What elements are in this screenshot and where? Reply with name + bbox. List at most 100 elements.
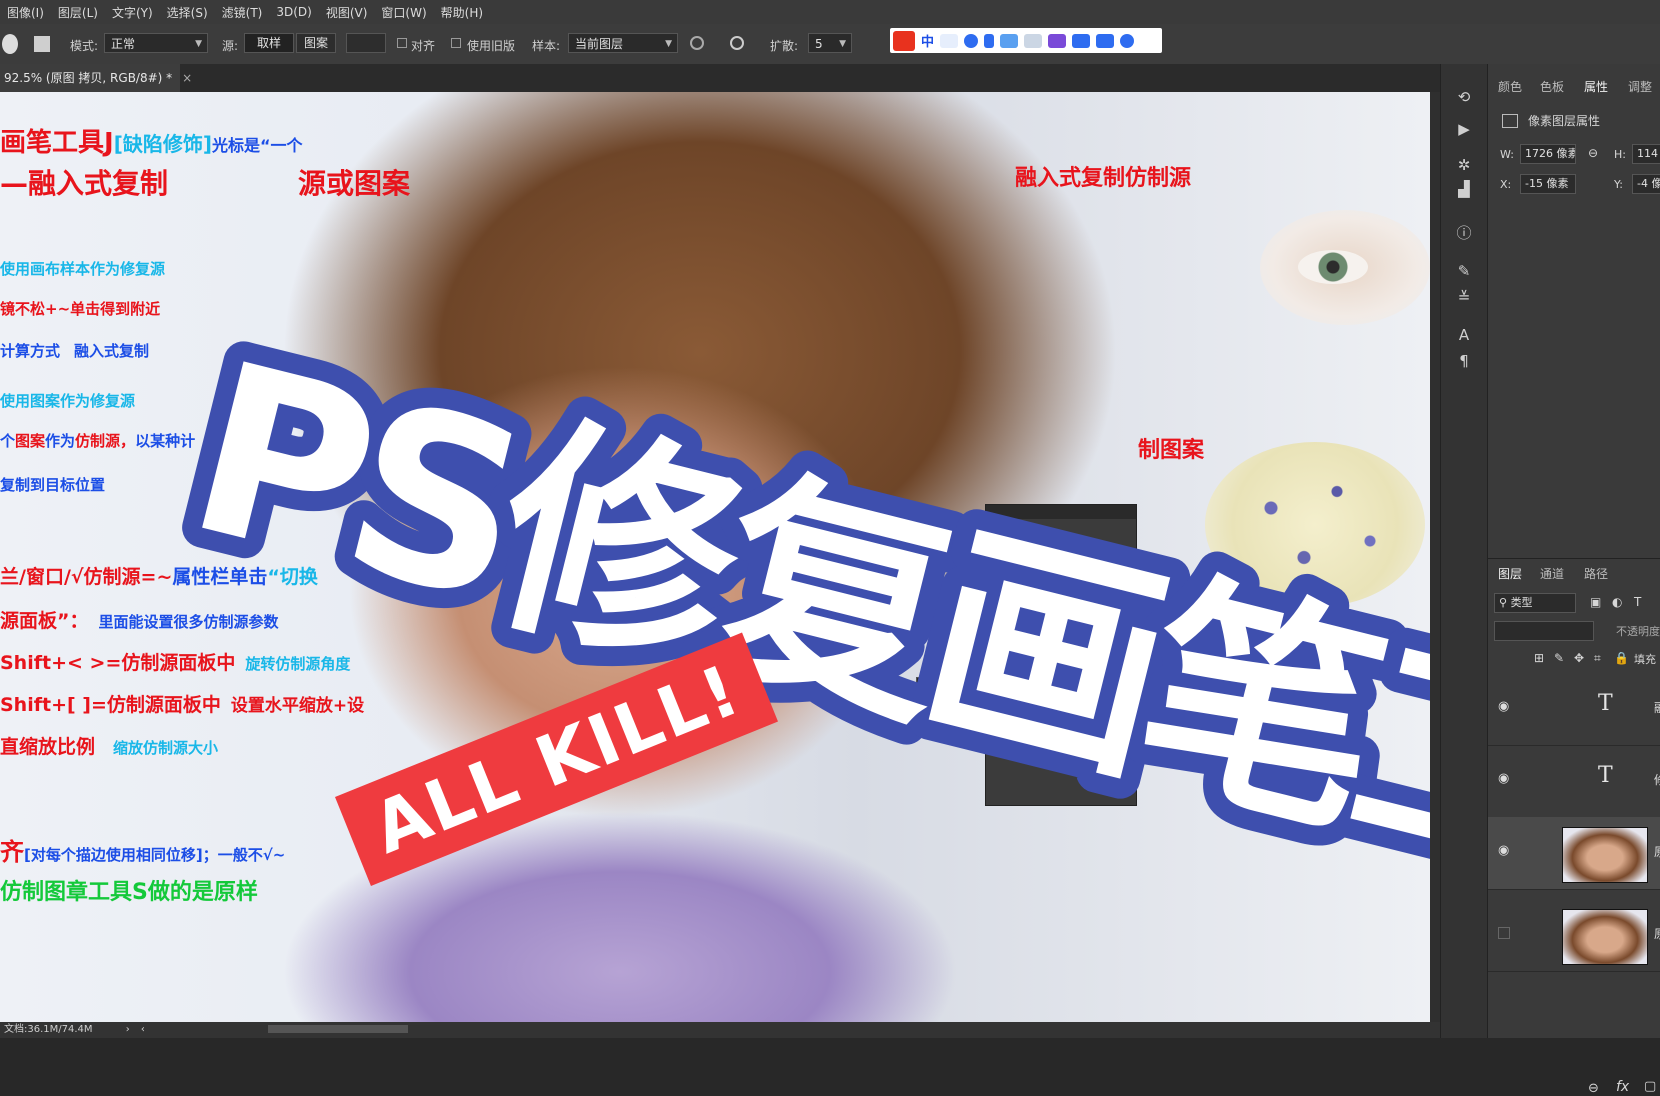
pattern-circle-image — [1205, 442, 1425, 607]
tab-adjustments[interactable]: 调整 — [1628, 78, 1652, 95]
filter-pixel-icon[interactable]: ▣ — [1590, 595, 1601, 609]
menu-image[interactable]: 图像(I) — [0, 4, 51, 21]
height-field[interactable]: 114 — [1632, 144, 1660, 164]
menu-layer[interactable]: 图层(L) — [51, 4, 105, 21]
chevron-right-icon[interactable]: › — [126, 1024, 130, 1035]
blend-mode-select[interactable] — [1494, 621, 1594, 641]
tab-paths[interactable]: 路径 — [1584, 565, 1608, 582]
history-icon[interactable]: ⟲ — [1454, 88, 1474, 106]
paragraph-icon[interactable]: ¶ — [1454, 352, 1474, 370]
voice-icon[interactable] — [984, 33, 995, 48]
ignore-adjustment-icon[interactable] — [690, 36, 704, 50]
width-field[interactable]: 1726 像素 — [1520, 144, 1576, 164]
sample-select[interactable]: 当前图层 ▼ — [568, 33, 678, 53]
ime-toolbar[interactable]: 中 — [890, 28, 1162, 53]
filter-type-icon[interactable]: T — [1634, 595, 1641, 609]
offset-field[interactable]: 0 — [916, 677, 986, 697]
auto-checkbox[interactable] — [1052, 734, 1062, 744]
punctuation-icon[interactable] — [940, 33, 959, 48]
lock-artboard-icon[interactable]: ⌗ — [1594, 651, 1601, 666]
vertical-scrollbar[interactable] — [1430, 92, 1440, 1022]
layer-row[interactable]: ◉ T 修 — [1488, 745, 1660, 818]
invert-checkbox[interactable] — [1052, 749, 1062, 759]
character-icon[interactable]: A — [1454, 326, 1474, 344]
tab-layers[interactable]: 图层 — [1498, 565, 1522, 582]
tab-color[interactable]: 颜色 — [1498, 78, 1522, 95]
brush-preset-icon[interactable] — [2, 34, 18, 54]
histogram-icon[interactable]: ▟ — [1454, 180, 1474, 198]
reset-icon[interactable]: ↺ — [1098, 647, 1108, 661]
brush-icon[interactable]: ✎ — [1454, 262, 1474, 280]
eye-icon[interactable]: ◉ — [1498, 843, 1509, 858]
panel-header[interactable] — [986, 505, 1136, 519]
menu-help[interactable]: 帮助(H) — [434, 4, 490, 21]
ime-chinese-label[interactable]: 中 — [921, 31, 934, 50]
play-icon[interactable]: ▶ — [1454, 120, 1474, 138]
link-layers-icon[interactable]: ⊖ — [1588, 1081, 1599, 1096]
toolbox-icon[interactable] — [1096, 33, 1115, 48]
layer-filter-select[interactable]: ⚲ 类型 — [1494, 593, 1576, 613]
menu-3d[interactable]: 3D(D) — [269, 5, 318, 19]
user-icon[interactable] — [1024, 33, 1043, 48]
filter-adjust-icon[interactable]: ◐ — [1612, 595, 1622, 609]
x-label: X: — [1500, 178, 1512, 191]
info-icon[interactable]: ⓘ — [1454, 224, 1474, 242]
x-field[interactable]: -15 像素 — [1520, 174, 1576, 194]
canvas[interactable]: 画笔工具J[缺陷修饰]光标是“一个 —融入式复制 源或图案 使用画布样本作为修复源… — [0, 92, 1430, 1022]
align-checkbox[interactable] — [397, 38, 407, 48]
horizontal-scrollbar[interactable] — [268, 1025, 409, 1033]
menu-select[interactable]: 选择(S) — [160, 4, 215, 21]
clone-source-panel-icon[interactable] — [34, 36, 50, 52]
y-label: Y: — [1614, 178, 1623, 191]
pattern-picker[interactable] — [346, 33, 386, 53]
eye-icon[interactable]: ◉ — [1498, 771, 1509, 786]
game-icon[interactable] — [1072, 33, 1091, 48]
chevron-left-icon[interactable]: ‹ — [141, 1024, 145, 1035]
close-icon[interactable]: × — [182, 71, 192, 85]
y-field[interactable]: -4 像 — [1632, 174, 1660, 194]
tab-swatches[interactable]: 色板 — [1540, 78, 1564, 95]
eye-icon[interactable]: ◉ — [1498, 699, 1509, 714]
lock-icon[interactable]: 🔒 — [1614, 651, 1629, 665]
tab-properties[interactable]: 属性 — [1584, 78, 1608, 95]
properties-tabs: 颜色 色板 属性 调整 — [1488, 72, 1660, 98]
menu-filter[interactable]: 滤镜(T) — [215, 4, 270, 21]
all-kill-badge: ALL KILL! — [335, 632, 779, 887]
skin-icon[interactable] — [1048, 33, 1067, 48]
text-layer-icon: T — [1598, 763, 1613, 788]
gear-icon[interactable]: ✲ — [1454, 156, 1474, 174]
link-icon[interactable]: ⊖ — [1588, 146, 1598, 160]
source-pattern-button[interactable]: 图案 — [296, 33, 336, 53]
emoji-icon[interactable] — [964, 33, 979, 48]
layer-row[interactable]: ◉ T 融 — [1488, 673, 1660, 746]
brush-settings-icon[interactable]: ≚ — [1454, 288, 1474, 306]
diffusion-select[interactable]: 5 ▼ — [808, 33, 852, 53]
mode-select[interactable]: 正常 ▼ — [104, 33, 208, 53]
layer-row[interactable]: ◉ 原 — [1488, 817, 1660, 890]
legacy-checkbox[interactable] — [451, 38, 461, 48]
menu-window[interactable]: 窗口(W) — [374, 4, 433, 21]
width-label: W: — [1500, 148, 1514, 161]
w-label: W: — [1026, 625, 1042, 639]
lock-paint-icon[interactable]: ✎ — [1554, 651, 1564, 665]
lock-transparent-icon[interactable]: ⊞ — [1534, 651, 1544, 665]
note-line-8: 复制到目标位置 — [0, 476, 106, 494]
visibility-toggle[interactable] — [1498, 927, 1510, 939]
source-sampled-button[interactable]: 取样 — [244, 33, 294, 53]
pressure-icon[interactable] — [730, 36, 744, 50]
menu-view[interactable]: 视图(V) — [319, 4, 375, 21]
pixel-layer-icon — [1502, 114, 1518, 128]
clip-checkbox[interactable] — [1052, 719, 1062, 729]
fill-label: 填充 — [1634, 653, 1656, 666]
doc-size: 文档:36.1M/74.4M — [4, 1024, 93, 1035]
layer-row[interactable]: 原 — [1488, 899, 1660, 972]
settings-icon[interactable] — [1120, 33, 1135, 48]
lock-move-icon[interactable]: ✥ — [1574, 651, 1584, 665]
tab-channels[interactable]: 通道 — [1540, 565, 1564, 582]
mask-icon[interactable]: ▢ — [1644, 1079, 1656, 1094]
fx-icon[interactable]: fx — [1616, 1079, 1629, 1095]
menu-type[interactable]: 文字(Y) — [105, 4, 160, 21]
document-tab[interactable]: 92.5% (原图 拷贝, RGB/8#) * × — [0, 64, 192, 92]
keyboard-icon[interactable] — [1000, 33, 1019, 48]
layer-name: 修 — [1654, 771, 1660, 788]
